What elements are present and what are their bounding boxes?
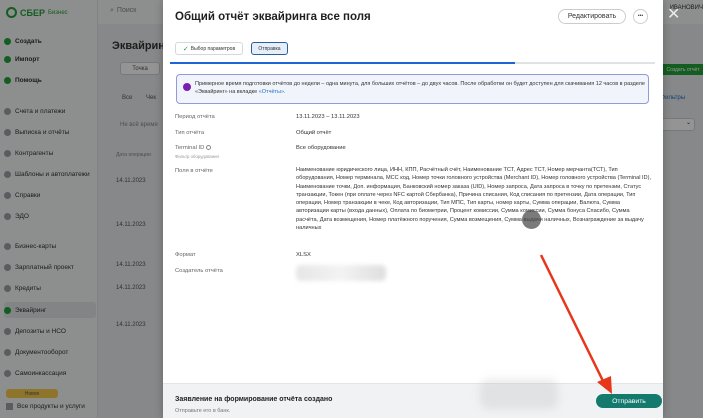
annotation-arrow [539,254,612,394]
arrow-shaft [539,254,606,384]
arrow-head [597,376,612,394]
